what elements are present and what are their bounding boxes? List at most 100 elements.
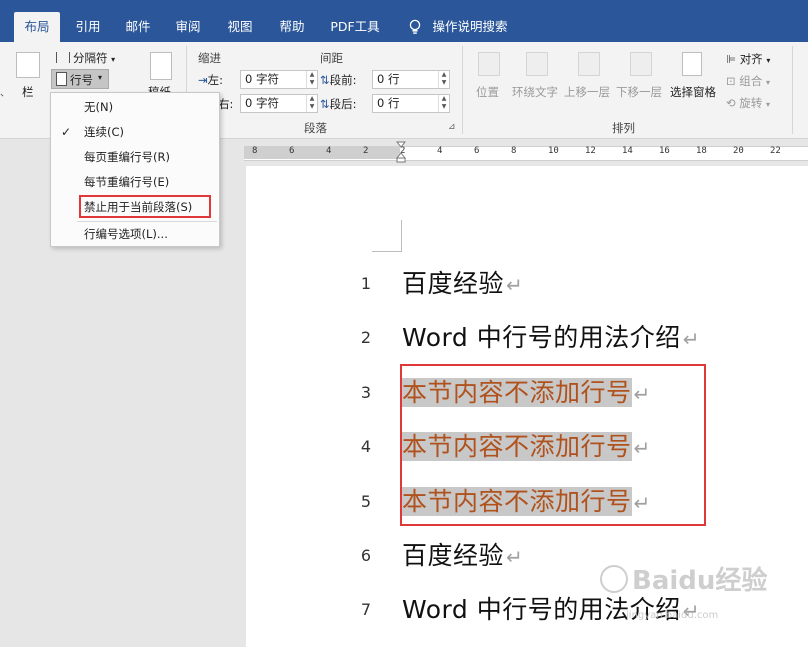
columns-icon[interactable] bbox=[16, 52, 40, 78]
breaks-label: 分隔符 bbox=[73, 51, 108, 65]
selection-pane-button[interactable]: 选择窗格 bbox=[670, 84, 716, 100]
margin-corner-mark bbox=[372, 220, 402, 252]
dialog-launcher-icon[interactable]: ⊿ bbox=[448, 122, 456, 132]
ribbon-tab-bar: 布局 引用 邮件 审阅 视图 帮助 PDF工具 操作说明搜索 bbox=[0, 0, 808, 42]
menu-item-line-numbering-options[interactable]: 行编号选项(L)... bbox=[51, 222, 219, 246]
spacing-after-icon: ⇅ bbox=[320, 97, 330, 111]
spacing-title: 间距 bbox=[320, 51, 343, 65]
group-icon: ⊡ bbox=[726, 74, 736, 88]
rotate-icon: ⟲ bbox=[726, 96, 736, 110]
indent-left-label: ⇥左: bbox=[198, 73, 224, 87]
menu-highlight-annotation-box bbox=[79, 195, 211, 218]
document-line[interactable]: 百度经验 ↵ bbox=[402, 264, 523, 300]
arrange-group-label: 排列 bbox=[612, 121, 635, 135]
menu-item-restart-each-page[interactable]: 每页重编行号(R) bbox=[51, 145, 219, 169]
tab-layout[interactable]: 布局 bbox=[14, 12, 60, 42]
menu-item-none[interactable]: 无(N) bbox=[51, 95, 219, 119]
bring-forward-icon[interactable] bbox=[578, 52, 600, 76]
line-number: 4 bbox=[360, 437, 372, 456]
horizontal-ruler[interactable]: 8 6 4 2 2 4 6 8 10 12 14 16 18 20 22 bbox=[244, 141, 808, 163]
lightbulb-icon bbox=[402, 12, 428, 42]
line-numbers-menu: 无(N) ✓ 连续(C) 每页重编行号(R) 每节重编行号(E) 禁止用于当前段落… bbox=[50, 92, 220, 247]
ruler-number: 2 bbox=[363, 146, 369, 156]
paragraph-mark-icon: ↵ bbox=[506, 273, 524, 297]
menu-item-continuous[interactable]: ✓ 连续(C) bbox=[51, 120, 219, 144]
indent-marker-icon[interactable] bbox=[395, 141, 407, 163]
document-line[interactable]: Word 中行号的用法介绍 ↵ bbox=[402, 318, 700, 354]
watermark-url: jingyan.baidu.com bbox=[626, 610, 719, 621]
document-line[interactable]: 百度经验 ↵ bbox=[402, 536, 523, 572]
wrap-text-icon[interactable] bbox=[526, 52, 548, 76]
breaks-icon bbox=[56, 52, 70, 63]
highlight-annotation-box bbox=[400, 364, 706, 526]
group-button[interactable]: ⊡ 组合 ▾ bbox=[726, 73, 770, 89]
wrap-text-button[interactable]: 环绕文字 bbox=[512, 84, 558, 100]
paragraph-mark-icon: ↵ bbox=[682, 327, 700, 351]
ruler-number: 22 bbox=[770, 146, 781, 156]
tab-help[interactable]: 帮助 bbox=[270, 12, 314, 42]
spin-arrows-icon[interactable]: ▲ ▼ bbox=[306, 95, 317, 112]
align-icon: ⊫ bbox=[726, 52, 737, 66]
draft-paper-icon[interactable] bbox=[150, 52, 172, 80]
line-number: 6 bbox=[360, 546, 372, 565]
breaks-button[interactable]: 分隔符 ▾ bbox=[56, 50, 115, 66]
ruler-number: 4 bbox=[326, 146, 332, 156]
align-button[interactable]: ⊫ 对齐 ▾ bbox=[726, 51, 770, 67]
tab-pdf-tools[interactable]: PDF工具 bbox=[322, 12, 388, 42]
indent-left-input[interactable]: 0 字符 ▲ ▼ bbox=[240, 70, 318, 89]
line-numbers-label: 行号 bbox=[70, 73, 93, 87]
position-button[interactable]: 位置 bbox=[476, 84, 499, 100]
spacing-before-input[interactable]: 0 行 ▲ ▼ bbox=[372, 70, 450, 89]
ruler-number: 12 bbox=[585, 146, 596, 156]
bring-forward-button[interactable]: 上移一层 bbox=[564, 84, 610, 100]
columns-button[interactable]: 栏 bbox=[22, 84, 34, 100]
ruler-number: 8 bbox=[511, 146, 517, 156]
menu-item-restart-each-section[interactable]: 每节重编行号(E) bbox=[51, 170, 219, 194]
ruler-number: 8 bbox=[252, 146, 258, 156]
position-icon[interactable] bbox=[478, 52, 500, 76]
baidu-watermark: Baidu经验 bbox=[600, 560, 767, 597]
ruler-number: 14 bbox=[622, 146, 633, 156]
tab-view[interactable]: 视图 bbox=[218, 12, 262, 42]
spin-arrows-icon[interactable]: ▲ ▼ bbox=[438, 95, 449, 112]
tab-review[interactable]: 审阅 bbox=[166, 12, 210, 42]
line-numbers-button[interactable]: 行号 ▾ bbox=[51, 69, 109, 89]
chevron-down-icon: ▾ bbox=[111, 55, 116, 64]
indent-right-input[interactable]: 0 字符 ▲ ▼ bbox=[240, 94, 318, 113]
tab-mailings[interactable]: 邮件 bbox=[116, 12, 160, 42]
line-number: 5 bbox=[360, 492, 372, 511]
paragraph-group-label: 段落 bbox=[304, 121, 327, 135]
spin-arrows-icon[interactable]: ▲ ▼ bbox=[438, 71, 449, 88]
ruler-number: 16 bbox=[659, 146, 670, 156]
indent-title: 缩进 bbox=[198, 51, 221, 65]
send-backward-icon[interactable] bbox=[630, 52, 652, 76]
indent-right-label: 右: bbox=[218, 97, 234, 111]
checkmark-icon: ✓ bbox=[61, 125, 72, 139]
ruler-numbers: 8 6 4 2 2 4 6 8 10 12 14 16 18 20 22 bbox=[244, 146, 808, 159]
ruler-number: 4 bbox=[437, 146, 443, 156]
tab-references[interactable]: 引用 bbox=[66, 12, 110, 42]
line-number: 2 bbox=[360, 328, 372, 347]
ruler-number: 6 bbox=[474, 146, 480, 156]
paragraph-mark-icon: ↵ bbox=[506, 545, 524, 569]
line-number: 3 bbox=[360, 383, 372, 402]
indent-left-icon: ⇥ bbox=[198, 73, 208, 87]
send-backward-button[interactable]: 下移一层 bbox=[616, 84, 662, 100]
line-numbers-icon bbox=[56, 72, 67, 87]
chevron-down-icon: ▾ bbox=[98, 73, 103, 82]
tell-me-search[interactable]: 操作说明搜索 bbox=[430, 12, 510, 42]
scroll-left-icon: 、 bbox=[0, 88, 10, 99]
ruler-number: 20 bbox=[733, 146, 744, 156]
spacing-before-label: ⇅段前: bbox=[320, 73, 357, 87]
ruler-number: 6 bbox=[289, 146, 295, 156]
spacing-after-label: ⇅段后: bbox=[320, 97, 357, 111]
paw-icon bbox=[600, 565, 628, 593]
spacing-before-icon: ⇅ bbox=[320, 73, 330, 87]
rotate-button[interactable]: ⟲ 旋转 ▾ bbox=[726, 95, 770, 111]
ruler-number: 10 bbox=[548, 146, 559, 156]
spacing-after-input[interactable]: 0 行 ▲ ▼ bbox=[372, 94, 450, 113]
selection-pane-icon[interactable] bbox=[682, 52, 702, 76]
spin-arrows-icon[interactable]: ▲ ▼ bbox=[306, 71, 317, 88]
line-number: 1 bbox=[360, 274, 372, 293]
ruler-number: 18 bbox=[696, 146, 707, 156]
